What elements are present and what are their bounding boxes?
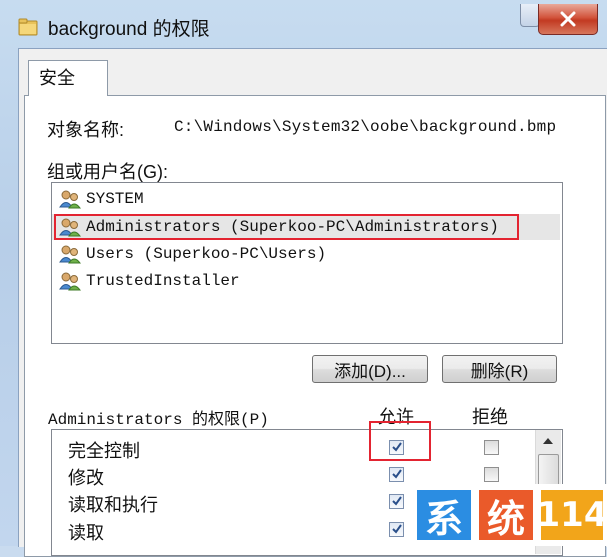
remove-button[interactable]: 删除(R) [442, 355, 557, 383]
tab-security[interactable]: 安全 [28, 60, 108, 96]
chevron-up-icon [543, 438, 553, 444]
list-item-trustedinstaller[interactable]: TrustedInstaller [52, 268, 560, 294]
folder-icon [18, 18, 38, 36]
list-item-users[interactable]: Users (Superkoo-PC\Users) [52, 241, 560, 267]
object-name-label: 对象名称: [47, 120, 125, 140]
site-watermark: 系 统 114 [409, 484, 607, 546]
permission-name: 修改 [68, 468, 104, 488]
users-icon [59, 272, 81, 291]
list-item-administrators[interactable]: Administrators (Superkoo-PC\Administrato… [52, 214, 560, 240]
watermark-tile: 统 [479, 490, 533, 541]
window-title: background 的权限 [48, 19, 210, 40]
watermark-tile: 系 [417, 490, 471, 541]
allow-checkbox[interactable] [389, 494, 404, 509]
user-name: Users (Superkoo-PC\Users) [86, 245, 327, 263]
checkmark-icon [392, 524, 402, 534]
close-icon [560, 11, 576, 27]
deny-checkbox[interactable] [484, 440, 499, 455]
allow-checkbox[interactable] [389, 522, 404, 537]
scroll-up-button[interactable] [537, 432, 559, 450]
deny-column-header: 拒绝 [472, 407, 508, 427]
window-edge-button[interactable] [520, 4, 540, 27]
close-button[interactable] [538, 4, 598, 35]
list-item-system[interactable]: SYSTEM [52, 186, 560, 212]
permission-row-full-control: 完全控制 [52, 434, 532, 462]
allow-checkbox[interactable] [389, 467, 404, 482]
deny-checkbox[interactable] [484, 467, 499, 482]
user-name: Administrators (Superkoo-PC\Administrato… [86, 218, 499, 236]
user-list[interactable]: SYSTEM Administrators (Superkoo-PC\Admin… [51, 182, 563, 344]
checkmark-icon [392, 469, 402, 479]
permission-name: 读取和执行 [68, 495, 158, 515]
permission-name: 读取 [68, 523, 104, 543]
user-name: SYSTEM [86, 190, 144, 208]
users-icon [59, 245, 81, 264]
user-name: TrustedInstaller [86, 272, 240, 290]
checkmark-icon [392, 496, 402, 506]
object-path: C:\Windows\System32\oobe\background.bmp [174, 118, 557, 136]
permissions-label: Administrators 的权限(P) [48, 411, 269, 429]
permission-name: 完全控制 [68, 441, 140, 461]
scroll-thumb[interactable] [538, 454, 559, 486]
users-icon [59, 190, 81, 209]
watermark-tile: 114 [537, 490, 607, 540]
users-icon [59, 218, 81, 237]
groups-label: 组或用户名(G): [47, 162, 168, 182]
add-button[interactable]: 添加(D)... [312, 355, 428, 383]
annotation-highlight-full-control [369, 421, 431, 461]
